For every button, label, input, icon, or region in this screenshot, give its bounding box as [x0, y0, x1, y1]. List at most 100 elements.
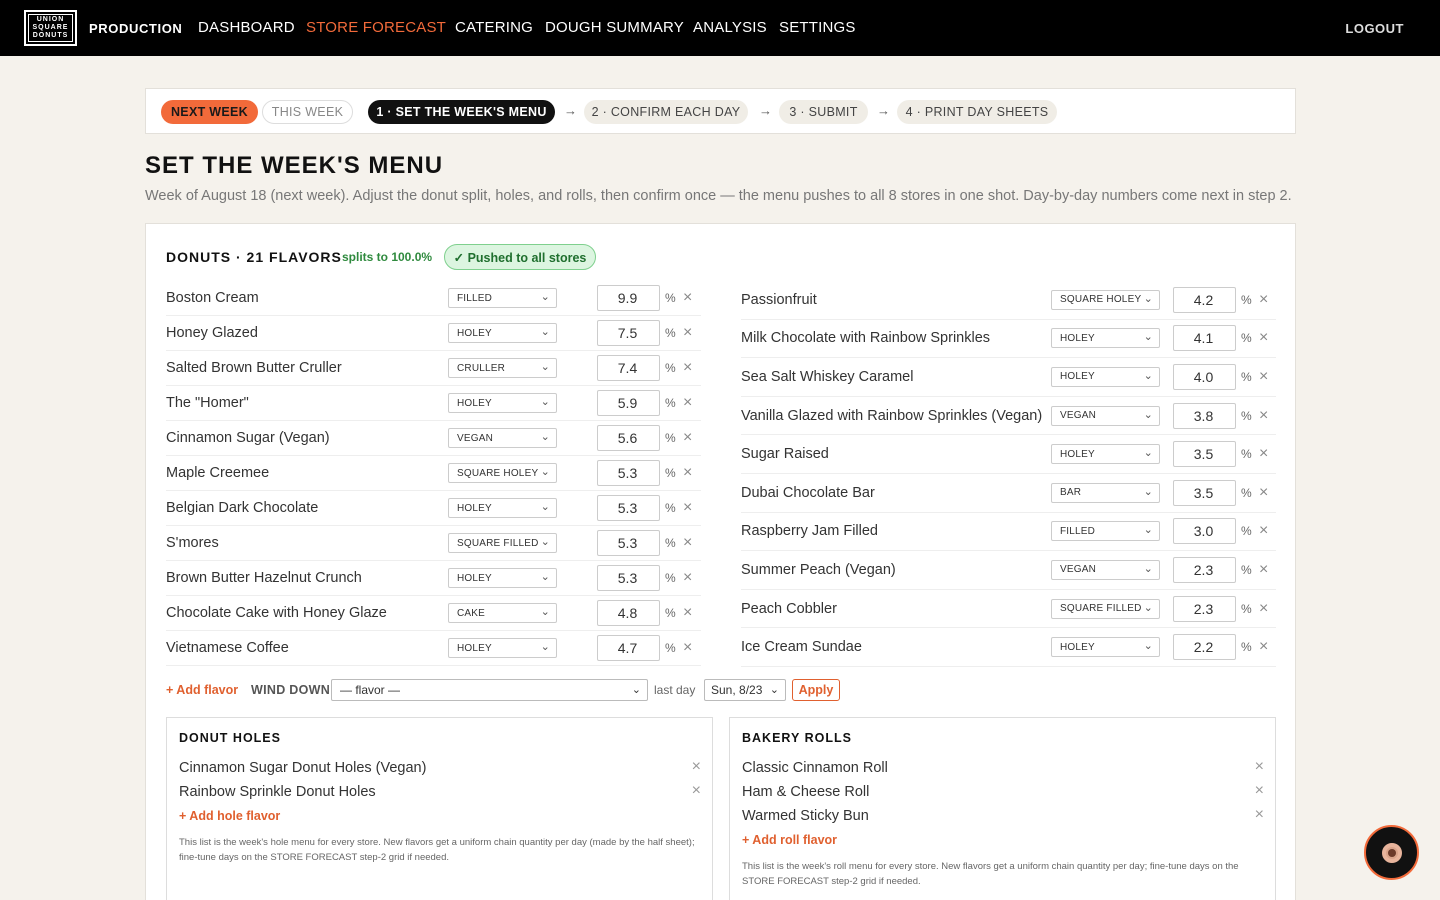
flavor-type-select[interactable]: VEGAN ⌄: [448, 428, 557, 448]
flavor-type-select[interactable]: HOLEY ⌄: [448, 638, 557, 658]
close-icon[interactable]: ×: [1259, 638, 1268, 656]
last-day-label: last day: [654, 683, 696, 697]
close-icon[interactable]: ×: [683, 464, 692, 482]
close-icon[interactable]: ×: [1259, 368, 1268, 386]
close-icon[interactable]: ×: [1259, 329, 1268, 347]
hole-item: Rainbow Sprinkle Donut Holes ×: [179, 781, 701, 803]
nav-production[interactable]: PRODUCTION: [89, 21, 182, 36]
flavor-percent-input[interactable]: 2.3: [1173, 556, 1236, 583]
this-week-toggle[interactable]: THIS WEEK: [262, 100, 353, 124]
donut-holes-heading: DONUT HOLES: [179, 731, 281, 745]
apply-button[interactable]: Apply: [792, 679, 840, 701]
flavor-percent-input[interactable]: 3.8: [1173, 402, 1236, 429]
close-icon[interactable]: ×: [1259, 600, 1268, 618]
flavor-type-value: HOLEY: [457, 642, 492, 654]
flavor-type-select[interactable]: HOLEY ⌄: [1051, 637, 1160, 658]
flavor-percent-input[interactable]: 4.1: [1173, 325, 1236, 352]
flavor-percent-input[interactable]: 4.0: [1173, 363, 1236, 390]
close-icon[interactable]: ×: [692, 782, 701, 800]
add-roll-flavor-link[interactable]: + Add roll flavor: [742, 833, 837, 847]
step-2-confirm-each-day[interactable]: 2 · CONFIRM EACH DAY: [584, 100, 748, 124]
close-icon[interactable]: ×: [683, 289, 692, 307]
close-icon[interactable]: ×: [1255, 806, 1264, 824]
flavor-percent-input[interactable]: 5.3: [597, 460, 660, 486]
chat-donut-button[interactable]: [1364, 825, 1419, 880]
flavor-percent-input[interactable]: 4.8: [597, 600, 660, 626]
wind-down-label: WIND DOWN: [251, 683, 331, 697]
add-hole-flavor-link[interactable]: + Add hole flavor: [179, 809, 280, 823]
logout-button[interactable]: LOGOUT: [1345, 21, 1404, 36]
close-icon[interactable]: ×: [1259, 484, 1268, 502]
add-flavor-link[interactable]: + Add flavor: [166, 683, 238, 697]
chevron-down-icon: ⌄: [769, 684, 779, 696]
flavor-percent-input[interactable]: 5.6: [597, 425, 660, 451]
nav-settings[interactable]: SETTINGS: [779, 19, 856, 36]
close-icon[interactable]: ×: [1259, 522, 1268, 540]
flavor-percent-input[interactable]: 3.0: [1173, 518, 1236, 545]
next-week-toggle[interactable]: NEXT WEEK: [161, 100, 258, 124]
close-icon[interactable]: ×: [683, 359, 692, 377]
close-icon[interactable]: ×: [683, 569, 692, 587]
step-4-print-day-sheets[interactable]: 4 · PRINT DAY SHEETS: [897, 100, 1057, 124]
flavor-percent-input[interactable]: 9.9: [597, 285, 660, 311]
flavor-type-value: HOLEY: [1060, 448, 1095, 460]
flavor-type-select[interactable]: CAKE ⌄: [448, 603, 557, 623]
flavor-type-select[interactable]: SQUARE FILLED ⌄: [1051, 598, 1160, 619]
flavor-type-select[interactable]: HOLEY ⌄: [448, 568, 557, 588]
close-icon[interactable]: ×: [683, 534, 692, 552]
nav-dough-summary[interactable]: DOUGH SUMMARY: [545, 19, 684, 36]
nav-analysis[interactable]: ANALYSIS: [693, 19, 767, 36]
flavor-percent-input[interactable]: 5.3: [597, 530, 660, 556]
close-icon[interactable]: ×: [1259, 407, 1268, 425]
close-icon[interactable]: ×: [692, 758, 701, 776]
flavor-percent-input[interactable]: 7.5: [597, 320, 660, 346]
flavor-type-select[interactable]: FILLED ⌄: [1051, 521, 1160, 542]
last-day-select[interactable]: Sun, 8/23 ⌄: [704, 679, 786, 701]
close-icon[interactable]: ×: [683, 429, 692, 447]
flavor-type-select[interactable]: HOLEY ⌄: [448, 393, 557, 413]
flavor-type-select[interactable]: HOLEY ⌄: [448, 498, 557, 518]
brand-logo[interactable]: UNION SQUARE DONUTS: [24, 10, 77, 46]
close-icon[interactable]: ×: [1255, 758, 1264, 776]
flavor-type-select[interactable]: VEGAN ⌄: [1051, 405, 1160, 426]
flavor-percent-input[interactable]: 5.3: [597, 565, 660, 591]
flavor-percent-input[interactable]: 4.2: [1173, 286, 1236, 313]
flavor-type-select[interactable]: HOLEY ⌄: [448, 323, 557, 343]
flavor-type-select[interactable]: HOLEY ⌄: [1051, 366, 1160, 387]
flavor-percent-input[interactable]: 2.3: [1173, 595, 1236, 622]
flavor-percent-input[interactable]: 2.2: [1173, 634, 1236, 661]
flavor-type-select[interactable]: SQUARE FILLED ⌄: [448, 533, 557, 553]
flavor-percent-input[interactable]: 7.4: [597, 355, 660, 381]
flavor-percent-input[interactable]: 5.3: [597, 495, 660, 521]
splits-status: splits to 100.0%: [342, 250, 433, 264]
flavor-type-select[interactable]: SQUARE HOLEY ⌄: [448, 463, 557, 483]
flavor-type-select[interactable]: FILLED ⌄: [448, 288, 557, 308]
close-icon[interactable]: ×: [1259, 561, 1268, 579]
nav-store-forecast[interactable]: STORE FORECAST: [306, 19, 446, 36]
close-icon[interactable]: ×: [683, 324, 692, 342]
close-icon[interactable]: ×: [1259, 291, 1268, 309]
nav-catering[interactable]: CATERING: [455, 19, 533, 36]
flavor-type-select[interactable]: CRULLER ⌄: [448, 358, 557, 378]
flavor-percent-input[interactable]: 3.5: [1173, 441, 1236, 468]
nav-dashboard[interactable]: DASHBOARD: [198, 19, 295, 36]
flavor-type-select[interactable]: VEGAN ⌄: [1051, 559, 1160, 580]
flavor-percent-input[interactable]: 5.9: [597, 390, 660, 416]
close-icon[interactable]: ×: [683, 499, 692, 517]
step-3-submit[interactable]: 3 · SUBMIT: [779, 100, 868, 124]
flavor-row: Dubai Chocolate Bar BAR ⌄ 3.5% ×: [741, 474, 1276, 513]
flavor-type-select[interactable]: BAR ⌄: [1051, 482, 1160, 503]
flavor-percent-input[interactable]: 4.7: [597, 635, 660, 661]
step-1-set-menu[interactable]: 1 · SET THE WEEK'S MENU: [368, 100, 555, 124]
close-icon[interactable]: ×: [1255, 782, 1264, 800]
flavor-type-select[interactable]: HOLEY ⌄: [1051, 444, 1160, 465]
flavor-name: Chocolate Cake with Honey Glaze: [166, 605, 387, 621]
wind-down-flavor-select[interactable]: — flavor — ⌄: [331, 679, 648, 701]
flavor-type-select[interactable]: SQUARE HOLEY ⌄: [1051, 289, 1160, 310]
close-icon[interactable]: ×: [1259, 445, 1268, 463]
flavor-type-select[interactable]: HOLEY ⌄: [1051, 328, 1160, 349]
flavor-percent-input[interactable]: 3.5: [1173, 479, 1236, 506]
close-icon[interactable]: ×: [683, 604, 692, 622]
close-icon[interactable]: ×: [683, 639, 692, 657]
close-icon[interactable]: ×: [683, 394, 692, 412]
